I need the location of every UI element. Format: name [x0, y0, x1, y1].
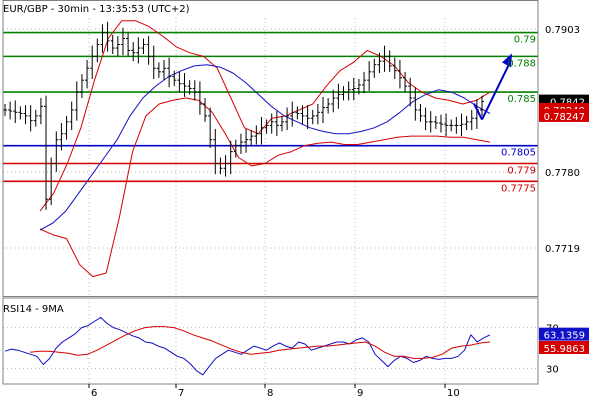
level-label: 0.788	[507, 58, 536, 69]
rsi-value-tag-label: 63.1359	[544, 331, 585, 342]
x-tick-label: 8	[267, 388, 273, 399]
indicator-tag-label: 0.78247	[544, 112, 585, 123]
level-label: 0.79	[514, 35, 536, 46]
chart-title: EUR/GBP - 30min - 13:35:53 (UTC+2)	[3, 4, 190, 15]
x-tick-label: 10	[447, 388, 460, 399]
level-label: 0.7805	[501, 148, 536, 159]
level-label: 0.785	[507, 94, 536, 105]
rsi-tick-label: 30	[546, 365, 559, 376]
level-label: 0.779	[507, 165, 536, 176]
rsi-panel-title: RSI14 - 9MA	[3, 304, 64, 315]
y-tick-label: 0.7780	[545, 168, 580, 179]
y-tick-label: 0.7903	[545, 25, 580, 36]
level-label: 0.7775	[501, 183, 536, 194]
chart-canvas: 6789100.79030.77800.77197030 0.790.7880.…	[0, 0, 590, 400]
x-tick-label: 6	[91, 388, 97, 399]
chart-background	[0, 0, 590, 400]
x-tick-label: 9	[357, 388, 363, 399]
x-tick-label: 7	[178, 388, 184, 399]
y-tick-label: 0.7719	[545, 244, 580, 255]
rsi-ma-value-tag-label: 55.9863	[544, 344, 585, 355]
